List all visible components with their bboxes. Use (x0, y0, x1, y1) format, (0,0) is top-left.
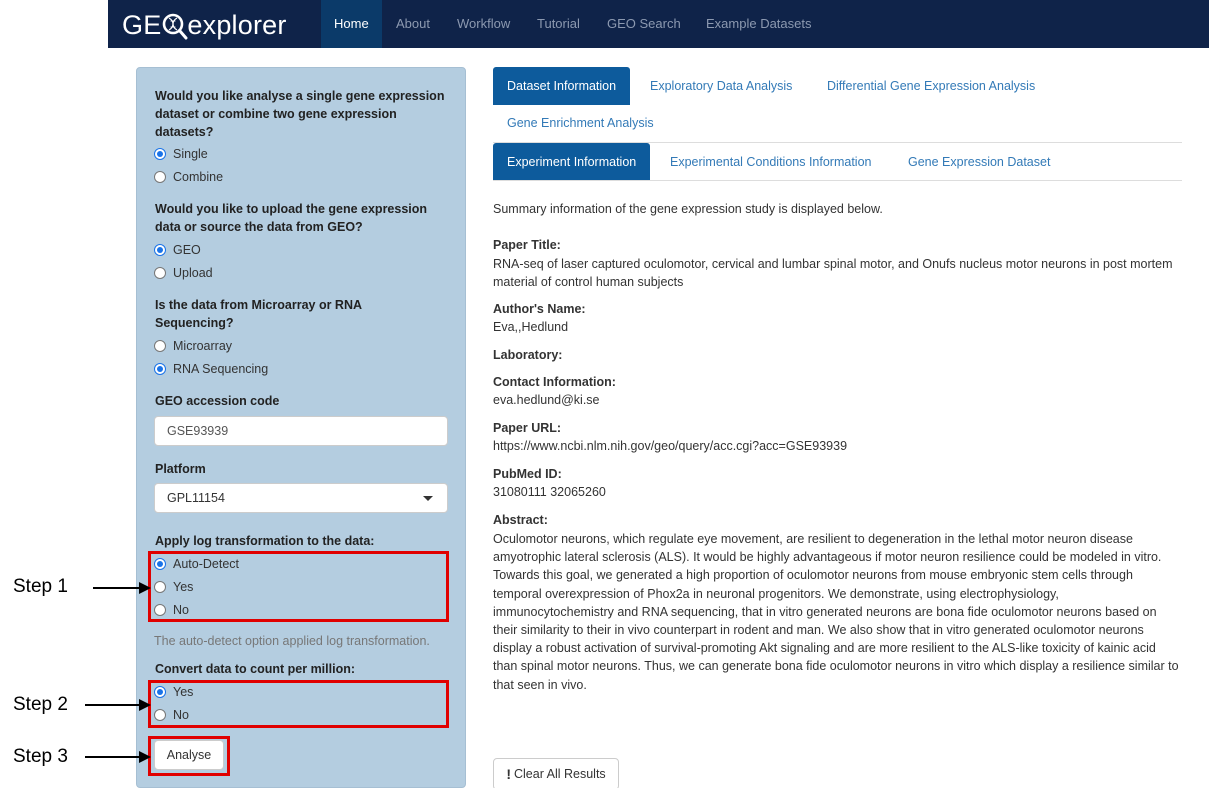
radio-geo[interactable]: GEO (154, 241, 201, 259)
log-help-text: The auto-detect option applied log trans… (154, 634, 430, 648)
cpm-label: Convert data to count per million: (155, 662, 356, 676)
summary-text: Summary information of the gene expressi… (493, 202, 883, 216)
step2-arrow-icon (85, 699, 151, 711)
radio-combine[interactable]: Combine (154, 168, 223, 186)
radio-label: RNA Sequencing (173, 362, 269, 376)
platform-select[interactable]: GPL11154 (154, 483, 448, 513)
author-label: Author's Name: (493, 302, 586, 316)
radio-unselected-icon (154, 171, 166, 183)
radio-selected-icon (154, 148, 166, 160)
step2-highlight (148, 680, 449, 728)
subtab-divider (493, 180, 1182, 181)
nav-example-datasets[interactable]: Example Datasets (693, 0, 825, 48)
contact-value: eva.hedlund@ki.se (493, 393, 600, 407)
nav-workflow[interactable]: Workflow (444, 0, 523, 48)
subtab-experimental-conditions[interactable]: Experimental Conditions Information (656, 143, 886, 181)
magnifier-dna-icon (162, 10, 188, 40)
radio-unselected-icon (154, 267, 166, 279)
subtab-gene-expression-dataset[interactable]: Gene Expression Dataset (894, 143, 1064, 181)
radio-label: Single (173, 147, 208, 161)
step3-arrow-icon (85, 751, 151, 763)
geo-accession-input[interactable]: GSE93939 (154, 416, 448, 446)
pubmed-label: PubMed ID: (493, 467, 562, 481)
paper-title-label: Paper Title: (493, 238, 561, 252)
brand-logo[interactable]: GE explorer (122, 8, 287, 42)
brand-suffix: explorer (187, 9, 287, 40)
step1-arrow-icon (93, 582, 151, 594)
question-technology: Is the data from Microarray or RNA Seque… (155, 298, 362, 330)
radio-rna-sequencing[interactable]: RNA Sequencing (154, 360, 268, 378)
nav-about[interactable]: About (383, 0, 443, 48)
radio-upload[interactable]: Upload (154, 264, 213, 282)
nav-geo-search[interactable]: GEO Search (594, 0, 694, 48)
radio-selected-icon (154, 244, 166, 256)
radio-label: Upload (173, 266, 213, 280)
step1-label: Step 1 (13, 576, 68, 597)
tab-exploratory-data-analysis[interactable]: Exploratory Data Analysis (636, 67, 806, 105)
abstract-label: Abstract: (493, 513, 548, 527)
radio-label: GEO (173, 243, 201, 257)
platform-label: Platform (155, 462, 206, 476)
question-dataset-mode: Would you like analyse a single gene exp… (155, 89, 445, 139)
radio-microarray[interactable]: Microarray (154, 337, 232, 355)
clear-all-results-label: Clear All Results (513, 767, 606, 781)
radio-single[interactable]: Single (154, 145, 208, 163)
contact-label: Contact Information: (493, 375, 616, 389)
pubmed-value: 31080111 32065260 (493, 485, 606, 499)
platform-value: GPL11154 (167, 491, 225, 505)
radio-label: Microarray (173, 339, 233, 353)
tab-differential-gene-expression[interactable]: Differential Gene Expression Analysis (813, 67, 1049, 105)
nav-home[interactable]: Home (321, 0, 382, 48)
radio-selected-icon (154, 363, 166, 375)
tab-gene-enrichment-analysis[interactable]: Gene Enrichment Analysis (493, 104, 668, 142)
caret-down-icon (423, 496, 433, 501)
step1-highlight (148, 551, 449, 622)
step2-label: Step 2 (13, 694, 68, 715)
paper-url-label: Paper URL: (493, 421, 562, 435)
question-data-source: Would you like to upload the gene expres… (155, 202, 428, 234)
author-value: Eva,,Hedlund (493, 320, 569, 334)
step3-label: Step 3 (13, 746, 68, 767)
clear-all-results-button[interactable]: ! Clear All Results (493, 758, 619, 788)
tab-dataset-information[interactable]: Dataset Information (493, 67, 631, 105)
radio-unselected-icon (154, 340, 166, 352)
abstract-value: Oculomotor neurons, which regulate eye m… (493, 532, 1179, 692)
laboratory-label: Laboratory: (493, 348, 563, 362)
paper-url-value[interactable]: https://www.ncbi.nlm.nih.gov/geo/query/a… (493, 439, 847, 453)
step3-highlight (148, 736, 230, 776)
subtab-experiment-information[interactable]: Experiment Information (493, 143, 651, 181)
navbar: GE explorer Home About Workflow Tutorial… (108, 0, 1209, 48)
nav-tutorial[interactable]: Tutorial (524, 0, 593, 48)
paper-title-value: RNA-seq of laser captured oculomotor, ce… (493, 257, 1173, 290)
exclamation-icon: ! (506, 766, 511, 782)
geo-accession-label: GEO accession code (155, 394, 280, 408)
log-transform-label: Apply log transformation to the data: (155, 534, 375, 548)
brand-prefix: GE (122, 9, 162, 40)
radio-label: Combine (173, 170, 224, 184)
